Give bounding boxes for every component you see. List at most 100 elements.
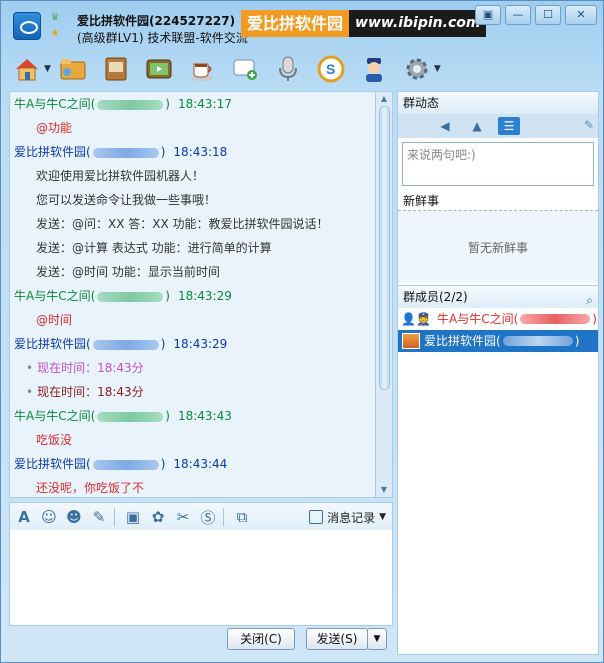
blurred-qq-number	[97, 99, 164, 110]
member-row[interactable]: 爱比拼软件园()	[398, 330, 598, 352]
right-panel: 群动态 ◀ ▲ ☰ ✎ 来说两句吧:) 新鲜事 暂无新鲜事 群成员(2/2) ⌕…	[397, 91, 599, 655]
blurred-qq-number	[520, 314, 591, 324]
group-dynamics-title: 群动态	[398, 92, 598, 114]
message-text: 还没呢，你吃饭了不	[36, 481, 145, 495]
chat-message: 爱比拼软件园() 18:43:18 欢迎使用爱比拼软件园机器人！ 您可以发送命令让我做…	[10, 140, 376, 284]
message-time: 18:43:29	[173, 337, 228, 351]
scrollbar-thumb[interactable]	[379, 106, 390, 390]
message-line: 发送：@计算 表达式 功能：进行简单的计算	[14, 236, 376, 260]
police-icon[interactable]	[356, 52, 392, 86]
search-icon[interactable]: ⌕	[586, 289, 593, 311]
folder-share-icon[interactable]	[55, 52, 91, 86]
member-row[interactable]: 👤👮 牛A与牛C之间()	[398, 308, 598, 330]
coffee-icon[interactable]	[184, 52, 220, 86]
minimize-button[interactable]: —	[505, 5, 531, 25]
chat-scrollbar[interactable]: ▲ ▼	[375, 91, 393, 498]
window-title: 爱比拼软件园(224527227)	[77, 14, 236, 28]
maximize-button[interactable]: ☐	[535, 5, 561, 25]
member-name: 牛A与牛C之间(	[437, 312, 519, 326]
message-text: 吃饭没	[36, 433, 73, 447]
emoji-icon[interactable]: ☺	[38, 506, 60, 528]
sender-name-close: )	[165, 97, 170, 111]
font-icon[interactable]: A	[13, 506, 35, 528]
blurred-qq-number	[92, 147, 159, 158]
status-input[interactable]: 来说两句吧:)	[402, 142, 594, 186]
message-header: 牛A与牛C之间() 18:43:17	[14, 92, 376, 116]
ad-banner-url: www.ibipin.com	[349, 10, 487, 37]
screen-icon[interactable]: ⧉	[231, 506, 253, 528]
blurred-qq-number	[92, 339, 159, 350]
video-icon[interactable]	[141, 52, 177, 86]
group-members-title: 群成员(2/2)	[403, 290, 468, 304]
message-header: 爱比拼软件园() 18:43:29	[14, 332, 376, 356]
message-text: 欢迎使用爱比拼软件园机器人！	[36, 169, 205, 183]
scroll-down-arrow[interactable]: ▼	[376, 483, 392, 497]
message-text: 现在时间：18:43分	[37, 385, 144, 399]
sogou-icon[interactable]: Ⓢ	[197, 506, 219, 528]
message-line: 发送：@时间 功能：显示当前时间	[14, 260, 376, 284]
message-text: 发送：@计算 表达式 功能：进行简单的计算	[36, 241, 272, 255]
edit-icon[interactable]: ✎	[88, 506, 110, 528]
close-button[interactable]: 关闭(C)	[227, 628, 295, 650]
message-header: 牛A与牛C之间() 18:43:29	[14, 284, 376, 308]
chat-message: 爱比拼软件园() 18:43:44 还没呢，你吃饭了不	[10, 452, 376, 497]
message-line: • 现在时间：18:43分	[14, 380, 376, 404]
scroll-up-arrow[interactable]: ▲	[376, 92, 392, 106]
sender-name[interactable]: 爱比拼软件园()	[14, 145, 165, 159]
soso-icon[interactable]: S	[313, 52, 349, 86]
chat-message: 牛A与牛C之间() 18:43:29 @时间	[10, 284, 376, 332]
send-button[interactable]: 发送(S)	[306, 628, 368, 650]
message-history-button[interactable]: 消息记录 ▼	[309, 509, 386, 526]
close-window-button[interactable]: ✕	[565, 5, 597, 25]
send-options-dropdown[interactable]: ▼	[367, 628, 387, 650]
message-text: 发送：@问：XX 答：XX 功能：教爱比拼软件园说话！	[36, 217, 329, 231]
list-icon[interactable]: ☰	[498, 117, 520, 135]
sender-name[interactable]: 牛A与牛C之间()	[14, 97, 170, 111]
dynamics-tabs: ◀ ▲ ☰ ✎	[398, 114, 598, 138]
group-logo-icon[interactable]	[13, 12, 41, 40]
album-icon[interactable]	[98, 52, 134, 86]
message-text: @时间	[36, 313, 73, 327]
member-list: 👤👮 牛A与牛C之间() 爱比拼软件园()	[398, 308, 598, 352]
mic-icon[interactable]	[270, 52, 306, 86]
fresh-news-title: 新鲜事	[398, 192, 598, 211]
history-dropdown-caret: ▼	[379, 512, 386, 522]
home-dropdown-caret[interactable]: ▼	[44, 64, 51, 74]
home-icon[interactable]	[9, 52, 45, 86]
chat-history[interactable]: 牛A与牛C之间() 18:43:17 @功能爱比拼软件园() 18:43:18 欢迎使用…	[9, 91, 376, 498]
sender-name-close: )	[160, 145, 166, 159]
sender-name[interactable]: 爱比拼软件园()	[14, 457, 165, 471]
magic-face-icon[interactable]: ☻	[63, 506, 85, 528]
scissors-icon[interactable]: ✂	[172, 506, 194, 528]
message-time: 18:43:44	[173, 457, 228, 471]
sender-name[interactable]: 牛A与牛C之间()	[14, 289, 170, 303]
menu-button[interactable]: ▣	[475, 5, 501, 25]
gift-icon[interactable]: ✿	[147, 506, 169, 528]
gear-icon[interactable]	[399, 52, 435, 86]
message-text: @功能	[36, 121, 73, 135]
wrench-icon[interactable]: ✎	[584, 118, 594, 132]
settings-dropdown-caret[interactable]: ▼	[434, 64, 441, 74]
photo-icon[interactable]: ▲	[466, 117, 488, 135]
sender-name[interactable]: 牛A与牛C之间()	[14, 409, 170, 423]
image-icon[interactable]: ▣	[122, 506, 144, 528]
sender-name-text: 爱比拼软件园(	[14, 337, 91, 351]
message-header: 爱比拼软件园() 18:43:18	[14, 140, 376, 164]
chat-add-icon[interactable]	[227, 52, 263, 86]
blurred-qq-number	[97, 291, 164, 302]
speaker-icon[interactable]: ◀	[434, 117, 456, 135]
member-name-close: )	[574, 334, 580, 348]
main-toolbar: ▼ S ▼	[9, 51, 445, 87]
sender-name-close: )	[160, 337, 166, 351]
history-icon	[309, 510, 324, 524]
message-header: 牛A与牛C之间() 18:43:43	[14, 404, 376, 428]
message-input[interactable]	[9, 530, 393, 626]
ad-banner[interactable]: 爱比拼软件园 www.ibipin.com	[241, 10, 487, 37]
message-time: 18:43:17	[177, 97, 232, 111]
window-controls: ▣ — ☐ ✕	[475, 5, 597, 25]
group-members-header: 群成员(2/2) ⌕	[398, 285, 598, 308]
bullet-dot: •	[26, 361, 34, 375]
bullet-dot: •	[26, 385, 34, 399]
message-line: 吃饭没	[14, 428, 376, 452]
sender-name[interactable]: 爱比拼软件园()	[14, 337, 165, 351]
